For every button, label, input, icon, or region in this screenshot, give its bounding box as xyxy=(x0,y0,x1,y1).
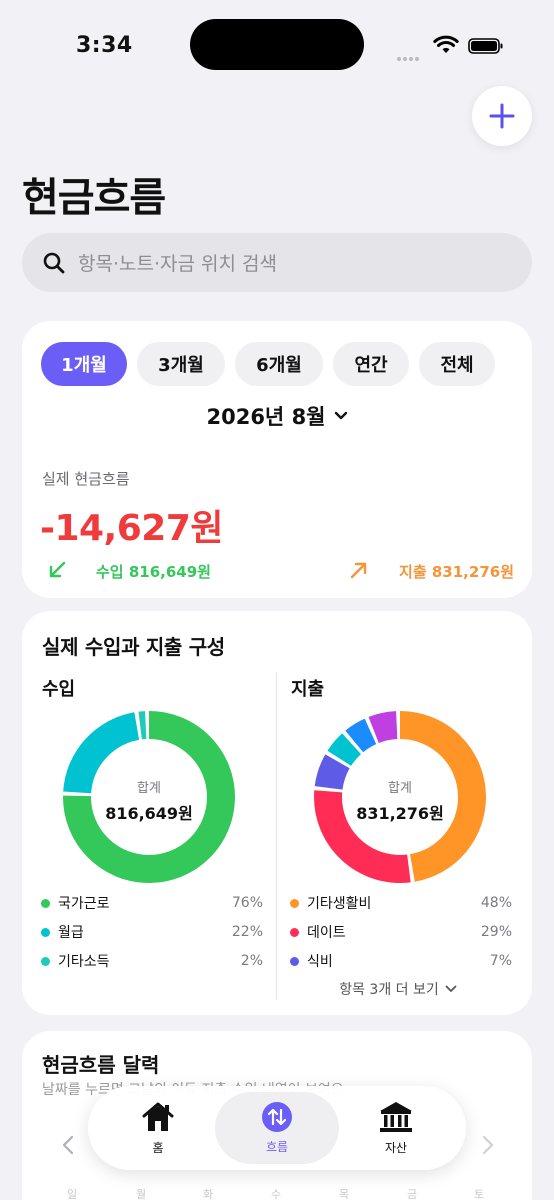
income-summary: 수입 816,649원 xyxy=(96,563,211,581)
legend-name: 기타생활비 xyxy=(307,896,372,912)
composition-title: 실제 수입과 지출 구성 xyxy=(42,635,225,659)
status-time: 3:34 xyxy=(76,33,133,58)
chevron-down-icon xyxy=(334,411,347,420)
weekday-label: 토 xyxy=(474,1188,485,1200)
expense-total: 합계 831,276원 xyxy=(310,777,490,824)
income-total: 합계 816,649원 xyxy=(59,777,239,824)
legend-name: 기타소득 xyxy=(58,954,110,970)
wifi-icon xyxy=(433,35,459,53)
arrow-up-right-icon xyxy=(350,562,367,579)
battery-icon xyxy=(468,38,503,54)
house-icon xyxy=(142,1102,174,1131)
expense-total-label: 합계 xyxy=(388,781,412,796)
expense-summary: 지출 831,276원 xyxy=(399,563,514,581)
month-label: 2026년 8월 xyxy=(206,405,326,429)
dynamic-island xyxy=(190,19,364,70)
income-legend-item[interactable]: 월급 22% xyxy=(41,921,263,943)
calendar-title: 현금흐름 달력 xyxy=(42,1053,160,1077)
weekday-label: 화 xyxy=(203,1188,214,1200)
tab-bar: 홈 흐름 자산 xyxy=(88,1086,466,1170)
chevron-left-icon[interactable] xyxy=(58,1133,80,1157)
weekday-label: 월 xyxy=(136,1188,147,1200)
weekday-label: 일 xyxy=(67,1188,78,1200)
chevron-right-icon[interactable] xyxy=(476,1133,498,1157)
income-legend-item[interactable]: 국가근로 76% xyxy=(41,892,263,914)
legend-dot xyxy=(41,898,50,908)
composition-card: 실제 수입과 지출 구성 수입 지출 합계 816,649원 합계 831,27… xyxy=(22,611,532,1015)
month-picker[interactable]: 2026년 8월 xyxy=(22,401,532,431)
cashflow-value: -14,627원 xyxy=(40,508,223,549)
weekday-label: 금 xyxy=(407,1188,418,1200)
arrows-up-down-icon xyxy=(262,1102,292,1132)
tab-assets[interactable]: 자산 xyxy=(334,1092,458,1164)
show-more-label: 항목 3개 더 보기 xyxy=(339,982,439,998)
income-legend-item[interactable]: 기타소득 2% xyxy=(41,950,263,972)
add-button[interactable] xyxy=(472,86,532,146)
period-tab-1m[interactable]: 1개월 xyxy=(41,342,127,386)
search-icon xyxy=(43,252,65,273)
tab-home[interactable]: 홈 xyxy=(96,1092,220,1164)
legend-pct: 76% xyxy=(231,895,263,911)
legend-dot xyxy=(41,956,50,966)
weekday-label: 수 xyxy=(271,1188,282,1200)
expense-legend-item[interactable]: 기타생활비 48% xyxy=(290,892,512,914)
tab-flow[interactable]: 흐름 xyxy=(215,1092,339,1164)
legend-dot xyxy=(290,898,299,908)
period-tab-all[interactable]: 전체 xyxy=(419,342,495,386)
legend-pct: 22% xyxy=(231,924,263,940)
legend-name: 국가근로 xyxy=(58,896,110,912)
income-total-value: 816,649원 xyxy=(105,804,193,823)
legend-pct: 29% xyxy=(480,924,512,940)
expense-total-value: 831,276원 xyxy=(356,804,444,823)
cashflow-label: 실제 현금흐름 xyxy=(42,470,130,488)
status-bar: 3:34 xyxy=(0,0,554,90)
period-tab-year[interactable]: 연간 xyxy=(333,342,409,386)
income-total-label: 합계 xyxy=(137,781,161,796)
legend-pct: 48% xyxy=(480,895,512,911)
show-more-items-button[interactable]: 항목 3개 더 보기 xyxy=(288,979,508,999)
plus-icon xyxy=(489,103,515,129)
expense-legend-item[interactable]: 데이트 29% xyxy=(290,921,512,943)
income-column-title: 수입 xyxy=(42,679,76,700)
legend-dot xyxy=(290,956,299,966)
cellular-signal-icon xyxy=(397,46,427,61)
cashflow-summary-card: 1개월 3개월 6개월 연간 전체 2026년 8월 실제 현금흐름 -14,6… xyxy=(22,321,532,598)
tab-flow-label: 흐름 xyxy=(265,1140,289,1154)
legend-dot xyxy=(41,927,50,937)
column-divider xyxy=(276,673,277,999)
legend-name: 데이트 xyxy=(307,925,346,941)
period-tab-6m[interactable]: 6개월 xyxy=(235,342,323,386)
legend-pct: 7% xyxy=(489,953,512,969)
legend-name: 월급 xyxy=(58,925,84,941)
arrow-down-left-icon xyxy=(49,561,66,578)
tab-home-label: 홈 xyxy=(152,1141,164,1155)
search-placeholder: 항목·노트·자금 위치 검색 xyxy=(78,253,277,275)
search-input[interactable]: 항목·노트·자금 위치 검색 xyxy=(22,233,532,292)
legend-name: 식비 xyxy=(307,954,333,970)
weekday-label: 목 xyxy=(339,1188,350,1200)
chevron-down-icon xyxy=(445,985,457,992)
calendar-weekdays: 일 월 화 수 목 금 토 xyxy=(0,1186,554,1200)
tab-assets-label: 자산 xyxy=(384,1141,408,1155)
expense-column-title: 지출 xyxy=(291,679,325,700)
legend-pct: 2% xyxy=(240,953,263,969)
period-tab-3m[interactable]: 3개월 xyxy=(137,342,225,386)
page-title: 현금흐름 xyxy=(22,175,166,221)
bank-icon xyxy=(380,1102,412,1132)
legend-dot xyxy=(290,927,299,937)
expense-legend-item[interactable]: 식비 7% xyxy=(290,950,512,972)
